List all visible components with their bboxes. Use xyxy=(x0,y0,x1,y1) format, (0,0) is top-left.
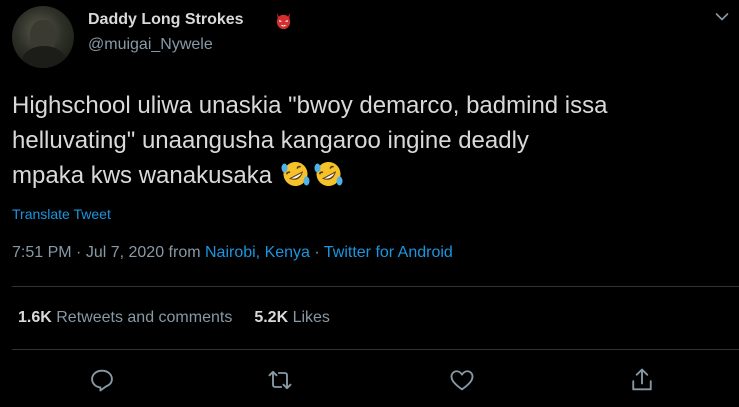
meta-from-label: from xyxy=(164,244,205,261)
translate-tweet-link[interactable]: Translate Tweet xyxy=(12,206,111,222)
likes-count: 5.2K xyxy=(254,309,289,326)
like-icon[interactable] xyxy=(448,366,476,394)
chevron-down-icon[interactable] xyxy=(715,12,729,22)
divider xyxy=(12,286,739,287)
meta-separator: · xyxy=(71,244,86,261)
tweet-text-line: Highschool uliwa unaskia "bwoy demarco, … xyxy=(12,92,608,119)
devil-mask-emoji-icon xyxy=(276,12,291,30)
source-link[interactable]: Twitter for Android xyxy=(324,244,453,261)
tweet-text-line: helluvating" unaangusha kangaroo ingine … xyxy=(12,127,529,154)
rolling-on-floor-laughing-emoji-icon xyxy=(281,162,310,186)
share-icon[interactable] xyxy=(628,366,656,394)
tweet-date[interactable]: Jul 7, 2020 xyxy=(86,244,164,261)
reply-icon[interactable] xyxy=(88,366,116,394)
retweet-icon[interactable] xyxy=(266,366,294,394)
user-handle[interactable]: @muigai_Nywele xyxy=(88,36,213,54)
tweet-stats: 1.6K Retweets and comments 5.2K Likes xyxy=(18,309,330,327)
tweet-time[interactable]: 7:51 PM xyxy=(12,244,72,261)
retweets-stat[interactable]: 1.6K Retweets and comments xyxy=(18,309,232,326)
rolling-on-floor-laughing-emoji-icon xyxy=(314,162,343,186)
tweet-detail: Daddy Long Strokes @muigai_Nywele Highsc… xyxy=(0,0,739,407)
tweet-text-line: mpaka kws wanakusaka xyxy=(12,158,732,193)
tweet-meta: 7:51 PM · Jul 7, 2020 from Nairobi, Keny… xyxy=(12,244,453,262)
avatar[interactable] xyxy=(12,6,74,68)
retweets-count: 1.6K xyxy=(18,309,52,326)
tweet-text-segment: mpaka kws wanakusaka xyxy=(12,162,273,189)
likes-label: Likes xyxy=(292,309,330,326)
likes-stat[interactable]: 5.2K Likes xyxy=(254,309,330,326)
display-name[interactable]: Daddy Long Strokes xyxy=(88,11,244,29)
tweet-text: Highschool uliwa unaskia "bwoy demarco, … xyxy=(12,88,732,193)
divider xyxy=(12,349,739,350)
location-link[interactable]: Nairobi, Kenya xyxy=(205,244,310,261)
retweets-label: Retweets and comments xyxy=(56,309,233,326)
meta-separator: · xyxy=(309,244,324,261)
